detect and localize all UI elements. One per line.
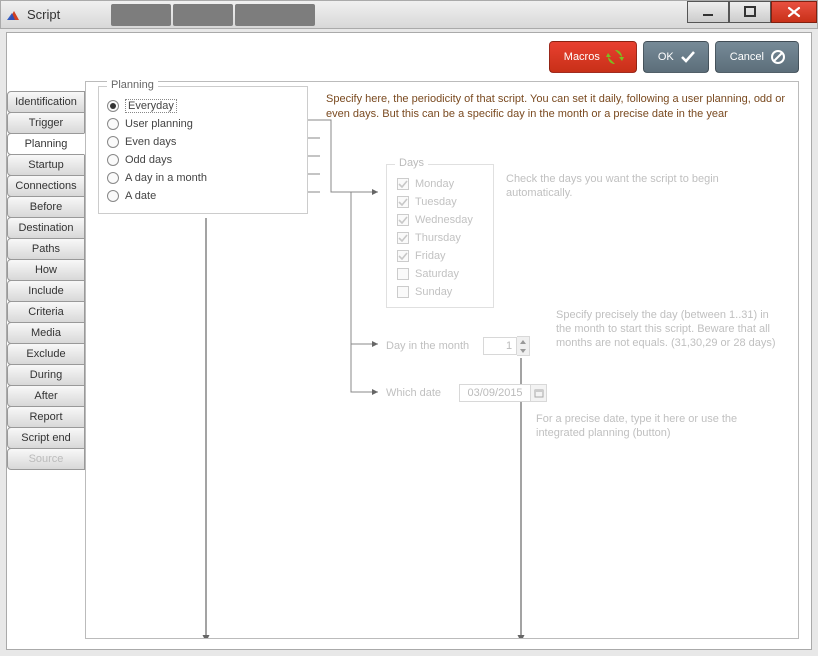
- maximize-button[interactable]: [729, 1, 771, 23]
- which-date-hint: For a precise date, type it here or use …: [536, 412, 786, 440]
- day-label: Saturday: [415, 268, 459, 280]
- side-tabs: IdentificationTriggerPlanningStartupConn…: [7, 91, 85, 469]
- planning-option-user-planning[interactable]: User planning: [107, 115, 299, 133]
- sidetab-trigger[interactable]: Trigger: [7, 112, 85, 134]
- which-date-input[interactable]: [459, 384, 531, 402]
- radio-icon: [107, 118, 119, 130]
- days-hint: Check the days you want the script to be…: [506, 172, 786, 200]
- macros-label: Macros: [564, 51, 600, 63]
- day-label: Wednesday: [415, 214, 473, 226]
- planning-legend: Planning: [107, 79, 158, 91]
- minimize-button[interactable]: [687, 1, 729, 23]
- spin-up-button[interactable]: [517, 337, 529, 346]
- top-actions: Macros OK Cancel: [549, 41, 799, 73]
- radio-label: A date: [125, 190, 156, 202]
- radio-label: User planning: [125, 118, 193, 130]
- radio-icon: [107, 190, 119, 202]
- cancel-button[interactable]: Cancel: [715, 41, 799, 73]
- days-group: Days MondayTuesdayWednesdayThursdayFrida…: [386, 164, 494, 308]
- dialog-body: Macros OK Cancel IdentificationTriggerPl…: [6, 32, 812, 650]
- radio-label: Everyday: [125, 99, 177, 113]
- ok-button[interactable]: OK: [643, 41, 709, 73]
- sidetab-identification[interactable]: Identification: [7, 91, 85, 113]
- day-in-month-stepper[interactable]: [483, 336, 530, 356]
- planning-option-odd-days[interactable]: Odd days: [107, 151, 299, 169]
- day-in-month-input[interactable]: [483, 337, 517, 355]
- background-tabs: [111, 4, 315, 26]
- planning-option-everyday[interactable]: Everyday: [107, 97, 299, 115]
- day-sunday[interactable]: Sunday: [397, 283, 483, 301]
- macros-icon: [606, 49, 624, 65]
- sidetab-after[interactable]: After: [7, 385, 85, 407]
- checkbox-icon: [397, 214, 409, 226]
- sidetab-source[interactable]: Source: [7, 448, 85, 470]
- sidetab-planning[interactable]: Planning: [7, 133, 85, 155]
- date-picker-button[interactable]: [531, 384, 547, 402]
- day-wednesday[interactable]: Wednesday: [397, 211, 483, 229]
- planning-option-even-days[interactable]: Even days: [107, 133, 299, 151]
- day-label: Monday: [415, 178, 454, 190]
- day-in-month-hint: Specify precisely the day (between 1..31…: [556, 308, 786, 350]
- checkbox-icon: [397, 268, 409, 280]
- sidetab-script-end[interactable]: Script end: [7, 427, 85, 449]
- day-label: Tuesday: [415, 196, 457, 208]
- sidetab-paths[interactable]: Paths: [7, 238, 85, 260]
- sidetab-include[interactable]: Include: [7, 280, 85, 302]
- spin-down-button[interactable]: [517, 346, 529, 355]
- checkbox-icon: [397, 286, 409, 298]
- day-tuesday[interactable]: Tuesday: [397, 193, 483, 211]
- app-icon: [7, 8, 21, 22]
- sidetab-how[interactable]: How: [7, 259, 85, 281]
- checkbox-icon: [397, 196, 409, 208]
- planning-option-a-day-in-a-month[interactable]: A day in a month: [107, 169, 299, 187]
- days-legend: Days: [395, 157, 428, 169]
- title-bar: Script: [0, 0, 818, 29]
- checkbox-icon: [397, 232, 409, 244]
- cancel-label: Cancel: [730, 51, 764, 63]
- planning-option-a-date[interactable]: A date: [107, 187, 299, 205]
- ok-label: OK: [658, 51, 674, 63]
- sidetab-startup[interactable]: Startup: [7, 154, 85, 176]
- day-saturday[interactable]: Saturday: [397, 265, 483, 283]
- main-panel: Planning Everyday User planning Even days O…: [85, 81, 799, 639]
- radio-icon: [107, 172, 119, 184]
- sidetab-before[interactable]: Before: [7, 196, 85, 218]
- macros-button[interactable]: Macros: [549, 41, 637, 73]
- day-monday[interactable]: Monday: [397, 175, 483, 193]
- which-date-row: Which date: [386, 384, 547, 402]
- check-icon: [680, 50, 696, 64]
- day-label: Friday: [415, 250, 446, 262]
- sidetab-criteria[interactable]: Criteria: [7, 301, 85, 323]
- radio-icon: [107, 136, 119, 148]
- radio-icon: [107, 154, 119, 166]
- planning-group: Planning EverydayUser planningEven daysO…: [98, 86, 308, 214]
- radio-label: Odd days: [125, 154, 172, 166]
- which-date-label: Which date: [386, 387, 441, 399]
- radio-label: A day in a month: [125, 172, 207, 184]
- sidetab-media[interactable]: Media: [7, 322, 85, 344]
- day-thursday[interactable]: Thursday: [397, 229, 483, 247]
- radio-icon: [107, 100, 119, 112]
- close-button[interactable]: [771, 1, 817, 23]
- day-friday[interactable]: Friday: [397, 247, 483, 265]
- radio-label: Even days: [125, 136, 176, 148]
- sidetab-destination[interactable]: Destination: [7, 217, 85, 239]
- checkbox-icon: [397, 250, 409, 262]
- sidetab-during[interactable]: During: [7, 364, 85, 386]
- day-label: Thursday: [415, 232, 461, 244]
- day-in-month-label: Day in the month: [386, 340, 469, 352]
- sidetab-report[interactable]: Report: [7, 406, 85, 428]
- sidetab-connections[interactable]: Connections: [7, 175, 85, 197]
- checkbox-icon: [397, 178, 409, 190]
- window-title: Script: [27, 7, 60, 22]
- planning-description: Specify here, the periodicity of that sc…: [326, 92, 786, 122]
- forbidden-icon: [770, 49, 786, 65]
- day-label: Sunday: [415, 286, 452, 298]
- day-in-month-row: Day in the month: [386, 336, 530, 356]
- sidetab-exclude[interactable]: Exclude: [7, 343, 85, 365]
